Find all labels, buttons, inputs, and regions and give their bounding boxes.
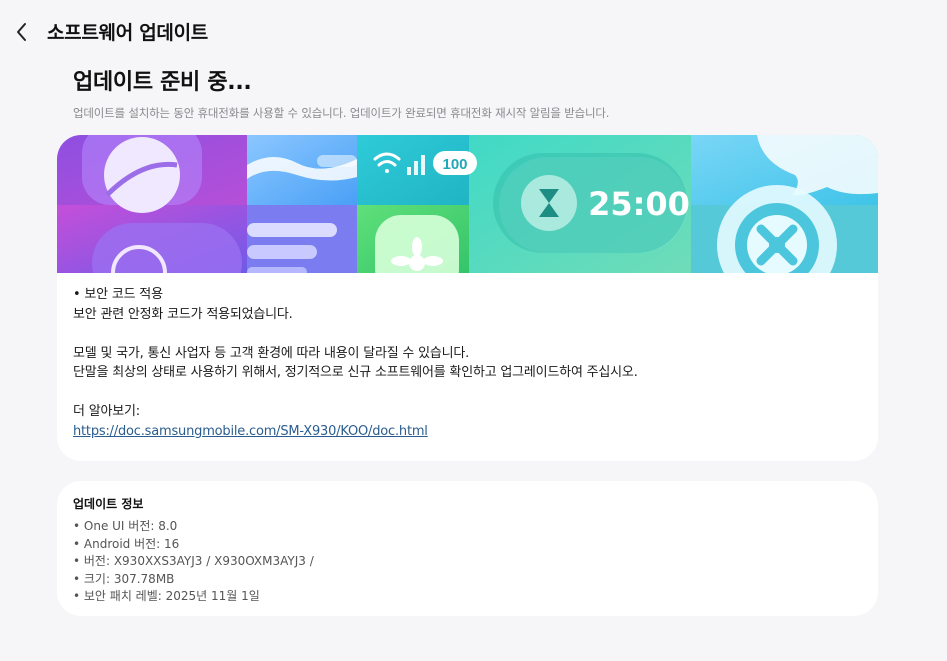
update-info-card: 업데이트 정보 • One UI 버전: 8.0 • Android 버전: 1… [57,481,878,616]
page-title: 업데이트 준비 중... [73,70,252,95]
svg-text:25:00: 25:00 [588,185,690,223]
notes-text: 단말을 최상의 상태로 사용하기 위해서, 정기적으로 신규 소프트웨어를 확인… [73,365,638,380]
list-item: • 크기: 307.78MB [73,571,175,586]
top-app-bar: 소프트웨어 업데이트 [0,0,947,62]
back-button[interactable] [8,18,36,46]
battery-icon: 100 [433,151,477,175]
flower-icon [375,215,459,273]
release-notes: • 보안 코드 적용 보안 관련 안정화 코드가 적용되었습니다. 모델 및 국… [73,285,863,441]
learn-more-link[interactable]: https://doc.samsungmobile.com/SM-X930/KO… [73,424,428,439]
update-info-list: • One UI 버전: 8.0 • Android 버전: 16 • 버전: … [73,518,314,606]
notes-text: 모델 및 국가, 통신 사업자 등 고객 환경에 따라 내용이 달라질 수 있습… [73,345,470,361]
page-subtitle: 업데이트를 설치하는 동안 휴대전화를 사용할 수 있습니다. 업데이트가 완료… [73,106,610,120]
chevron-left-icon [17,23,26,41]
hourglass-icon [521,175,577,231]
list-item: • 보안 패치 레벨: 2025년 11월 1일 [73,589,260,604]
notes-text: 보안 관련 안정화 코드가 적용되었습니다. [73,306,293,322]
list-item: • One UI 버전: 8.0 [73,519,178,533]
app-bar-title: 소프트웨어 업데이트 [47,22,208,44]
planet-icon [82,135,202,213]
update-info-title: 업데이트 정보 [73,497,144,511]
release-notes-card: 100 25:00 • 보안 코드 적용 보안 관련 안정화 코드가 적용되었습… [57,135,878,461]
learn-more-label: 더 알아보기: [73,404,140,419]
list-item: • Android 버전: 16 [73,536,180,551]
update-banner-illustration: 100 25:00 [57,135,878,273]
svg-text:100: 100 [442,156,467,173]
list-item: • 버전: X930XXS3AYJ3 / X930OXM3AYJ3 / [73,554,314,569]
notes-heading: • 보안 코드 적용 [73,287,163,302]
